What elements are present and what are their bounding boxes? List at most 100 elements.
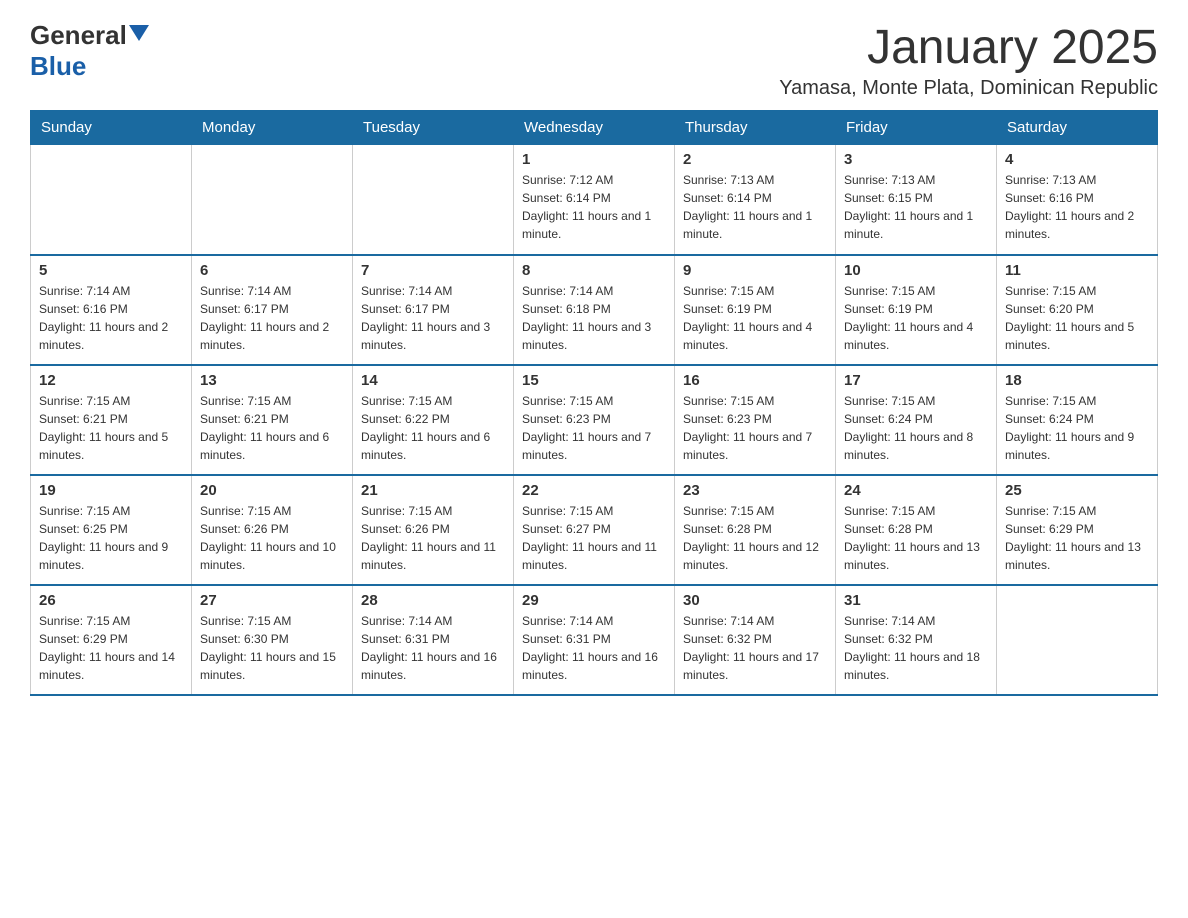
calendar-cell: 25 Sunrise: 7:15 AMSunset: 6:29 PMDayligh… — [997, 475, 1158, 585]
calendar-header: SundayMondayTuesdayWednesdayThursdayFrid… — [31, 111, 1158, 145]
day-number: 29 — [522, 592, 666, 609]
calendar-week-row: 1Sunrise: 7:12 AMSunset: 6:14 PMDaylight… — [31, 145, 1158, 255]
day-number: 27 — [200, 592, 344, 609]
calendar-cell: 14Sunrise: 7:15 AMSunset: 6:22 PMDayligh… — [353, 365, 514, 475]
calendar-cell: 15 Sunrise: 7:15 AMSunset: 6:23 PMDayligh… — [514, 365, 675, 475]
day-info: Sunrise: 7:15 AMSunset: 6:21 PMDaylight:… — [200, 392, 344, 464]
page-header: General Blue January 2025 Yamasa, Monte … — [30, 20, 1158, 100]
calendar-cell — [997, 585, 1158, 695]
day-number: 10 — [844, 262, 988, 279]
calendar-cell — [192, 145, 353, 255]
day-info: Sunrise: 7:15 AMSunset: 6:27 PMDaylight:… — [522, 502, 666, 574]
day-number: 23 — [683, 482, 827, 499]
calendar-cell: 21 Sunrise: 7:15 AMSunset: 6:26 PMDayligh… — [353, 475, 514, 585]
day-number: 16 — [683, 372, 827, 389]
day-number: 5 — [39, 262, 183, 279]
day-info: Sunrise: 7:14 AMSunset: 6:31 PMDaylight:… — [361, 612, 505, 684]
calendar-cell: 6 Sunrise: 7:14 AMSunset: 6:17 PMDaylight… — [192, 255, 353, 365]
day-info: Sunrise: 7:15 AMSunset: 6:25 PMDaylight:… — [39, 502, 183, 574]
day-number: 25 — [1005, 482, 1149, 499]
calendar-cell: 18 Sunrise: 7:15 AMSunset: 6:24 PMDayligh… — [997, 365, 1158, 475]
day-number: 20 — [200, 482, 344, 499]
day-info: Sunrise: 7:15 AMSunset: 6:23 PMDaylight:… — [522, 392, 666, 464]
calendar-cell: 26 Sunrise: 7:15 AMSunset: 6:29 PMDayligh… — [31, 585, 192, 695]
calendar-cell: 20 Sunrise: 7:15 AMSunset: 6:26 PMDayligh… — [192, 475, 353, 585]
day-info: Sunrise: 7:15 AMSunset: 6:19 PMDaylight:… — [683, 282, 827, 354]
day-info: Sunrise: 7:13 AMSunset: 6:16 PMDaylight:… — [1005, 171, 1149, 243]
calendar-day-header: Thursday — [675, 111, 836, 145]
day-number: 6 — [200, 262, 344, 279]
calendar-cell: 4 Sunrise: 7:13 AMSunset: 6:16 PMDaylight… — [997, 145, 1158, 255]
day-number: 19 — [39, 482, 183, 499]
day-info: Sunrise: 7:15 AMSunset: 6:19 PMDaylight:… — [844, 282, 988, 354]
day-number: 2 — [683, 151, 827, 168]
calendar-cell: 23 Sunrise: 7:15 AMSunset: 6:28 PMDayligh… — [675, 475, 836, 585]
day-info: Sunrise: 7:14 AMSunset: 6:18 PMDaylight:… — [522, 282, 666, 354]
day-number: 3 — [844, 151, 988, 168]
day-number: 17 — [844, 372, 988, 389]
day-number: 8 — [522, 262, 666, 279]
calendar-week-row: 26 Sunrise: 7:15 AMSunset: 6:29 PMDayligh… — [31, 585, 1158, 695]
day-number: 26 — [39, 592, 183, 609]
day-info: Sunrise: 7:15 AMSunset: 6:29 PMDaylight:… — [39, 612, 183, 684]
day-info: Sunrise: 7:15 AMSunset: 6:24 PMDaylight:… — [1005, 392, 1149, 464]
calendar-day-header: Sunday — [31, 111, 192, 145]
logo-blue-text: Blue — [30, 51, 86, 82]
day-info: Sunrise: 7:15 AMSunset: 6:28 PMDaylight:… — [844, 502, 988, 574]
day-number: 24 — [844, 482, 988, 499]
title-block: January 2025 Yamasa, Monte Plata, Domini… — [779, 20, 1158, 100]
month-title: January 2025 — [779, 20, 1158, 75]
logo-general-text: General — [30, 20, 127, 51]
calendar-week-row: 19 Sunrise: 7:15 AMSunset: 6:25 PMDayligh… — [31, 475, 1158, 585]
calendar-day-header: Monday — [192, 111, 353, 145]
day-number: 30 — [683, 592, 827, 609]
calendar-cell: 7Sunrise: 7:14 AMSunset: 6:17 PMDaylight… — [353, 255, 514, 365]
day-info: Sunrise: 7:15 AMSunset: 6:24 PMDaylight:… — [844, 392, 988, 464]
calendar-cell — [31, 145, 192, 255]
calendar-cell: 3 Sunrise: 7:13 AMSunset: 6:15 PMDaylight… — [836, 145, 997, 255]
day-info: Sunrise: 7:15 AMSunset: 6:26 PMDaylight:… — [200, 502, 344, 574]
calendar-cell: 5 Sunrise: 7:14 AMSunset: 6:16 PMDaylight… — [31, 255, 192, 365]
location-title: Yamasa, Monte Plata, Dominican Republic — [779, 77, 1158, 100]
day-number: 21 — [361, 482, 505, 499]
day-info: Sunrise: 7:15 AMSunset: 6:22 PMDaylight:… — [361, 392, 505, 464]
calendar-day-header: Friday — [836, 111, 997, 145]
calendar-cell: 11 Sunrise: 7:15 AMSunset: 6:20 PMDayligh… — [997, 255, 1158, 365]
day-number: 15 — [522, 372, 666, 389]
calendar-cell: 2 Sunrise: 7:13 AMSunset: 6:14 PMDaylight… — [675, 145, 836, 255]
day-info: Sunrise: 7:14 AMSunset: 6:17 PMDaylight:… — [361, 282, 505, 354]
day-info: Sunrise: 7:15 AMSunset: 6:30 PMDaylight:… — [200, 612, 344, 684]
day-info: Sunrise: 7:15 AMSunset: 6:28 PMDaylight:… — [683, 502, 827, 574]
day-info: Sunrise: 7:14 AMSunset: 6:17 PMDaylight:… — [200, 282, 344, 354]
day-info: Sunrise: 7:15 AMSunset: 6:26 PMDaylight:… — [361, 502, 505, 574]
calendar-cell: 30 Sunrise: 7:14 AMSunset: 6:32 PMDayligh… — [675, 585, 836, 695]
day-number: 4 — [1005, 151, 1149, 168]
day-info: Sunrise: 7:15 AMSunset: 6:23 PMDaylight:… — [683, 392, 827, 464]
calendar-table: SundayMondayTuesdayWednesdayThursdayFrid… — [30, 110, 1158, 696]
calendar-cell: 19 Sunrise: 7:15 AMSunset: 6:25 PMDayligh… — [31, 475, 192, 585]
day-info: Sunrise: 7:13 AMSunset: 6:15 PMDaylight:… — [844, 171, 988, 243]
day-info: Sunrise: 7:15 AMSunset: 6:21 PMDaylight:… — [39, 392, 183, 464]
day-number: 18 — [1005, 372, 1149, 389]
day-info: Sunrise: 7:14 AMSunset: 6:32 PMDaylight:… — [683, 612, 827, 684]
calendar-cell — [353, 145, 514, 255]
calendar-day-header: Wednesday — [514, 111, 675, 145]
day-number: 28 — [361, 592, 505, 609]
calendar-cell: 31Sunrise: 7:14 AMSunset: 6:32 PMDayligh… — [836, 585, 997, 695]
day-info: Sunrise: 7:15 AMSunset: 6:29 PMDaylight:… — [1005, 502, 1149, 574]
calendar-cell: 12Sunrise: 7:15 AMSunset: 6:21 PMDayligh… — [31, 365, 192, 475]
calendar-week-row: 5 Sunrise: 7:14 AMSunset: 6:16 PMDaylight… — [31, 255, 1158, 365]
day-info: Sunrise: 7:14 AMSunset: 6:31 PMDaylight:… — [522, 612, 666, 684]
day-info: Sunrise: 7:12 AMSunset: 6:14 PMDaylight:… — [522, 171, 666, 243]
day-number: 31 — [844, 592, 988, 609]
day-info: Sunrise: 7:14 AMSunset: 6:16 PMDaylight:… — [39, 282, 183, 354]
calendar-day-header: Tuesday — [353, 111, 514, 145]
calendar-cell: 10 Sunrise: 7:15 AMSunset: 6:19 PMDayligh… — [836, 255, 997, 365]
day-number: 9 — [683, 262, 827, 279]
calendar-cell: 27 Sunrise: 7:15 AMSunset: 6:30 PMDayligh… — [192, 585, 353, 695]
day-info: Sunrise: 7:13 AMSunset: 6:14 PMDaylight:… — [683, 171, 827, 243]
day-info: Sunrise: 7:15 AMSunset: 6:20 PMDaylight:… — [1005, 282, 1149, 354]
day-number: 11 — [1005, 262, 1149, 279]
logo: General Blue — [30, 20, 149, 82]
calendar-cell: 8 Sunrise: 7:14 AMSunset: 6:18 PMDaylight… — [514, 255, 675, 365]
